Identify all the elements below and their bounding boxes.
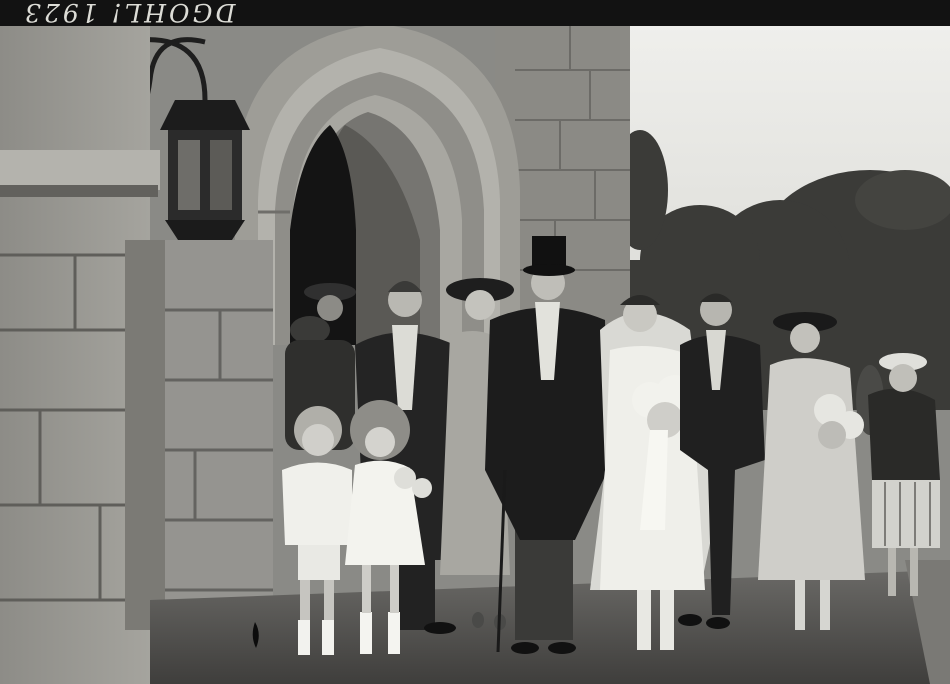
photo-scene (0, 24, 950, 684)
wedding-photograph: DGOHL! 1923 (0, 0, 950, 684)
stone-pillar-left (0, 24, 170, 684)
negative-caption-strip: DGOHL! 1923 (0, 0, 950, 27)
stone-pillar-inner (165, 240, 273, 640)
negative-caption: DGOHL! 1923 (22, 0, 236, 27)
